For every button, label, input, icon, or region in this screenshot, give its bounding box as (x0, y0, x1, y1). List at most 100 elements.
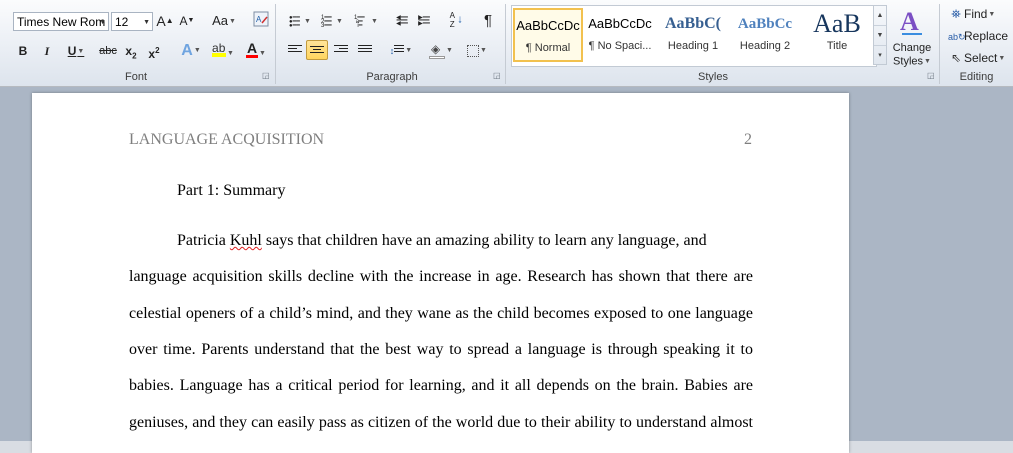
change-styles-button[interactable]: A Change Styles▼ (890, 6, 934, 68)
decrease-indent-icon: ◀━━ ━━━ ◀━━ (396, 15, 408, 28)
paragraph-line-4: over time. Parents understand that the b… (129, 341, 753, 358)
section-heading: Part 1: Summary (177, 182, 286, 199)
styles-dialog-launcher-icon[interactable]: ◲ (927, 72, 935, 80)
chevron-down-icon: ▼ (227, 49, 234, 57)
superscript-button[interactable]: x2 (145, 41, 163, 61)
style-heading-2[interactable]: AaBbCc Heading 2 (730, 8, 800, 62)
style-sample: AaBbC( (664, 15, 721, 32)
highlight-swatch (212, 53, 227, 57)
strikethrough-button[interactable]: abc (96, 41, 120, 61)
replace-button[interactable]: ab↻Replace (948, 27, 1008, 45)
style-sample: AaB (813, 9, 861, 38)
paragraph-line-2: language acquisition skills decline with… (129, 268, 753, 285)
font-color-swatch (246, 55, 259, 58)
document-workspace: LANGUAGE ACQUISITION 2 Part 1: Summary P… (0, 87, 1013, 453)
clear-formatting-icon: A (253, 11, 269, 27)
shading-button[interactable]: ◈ ▼ (426, 40, 456, 60)
gallery-scroll-down-icon[interactable]: ▼ (874, 26, 886, 46)
italic-button[interactable]: I (38, 41, 56, 61)
replace-label: Replace (964, 29, 1009, 43)
document-page[interactable]: LANGUAGE ACQUISITION 2 Part 1: Summary P… (32, 93, 849, 453)
svg-text:A: A (900, 7, 919, 36)
running-head: LANGUAGE ACQUISITION (129, 131, 325, 148)
gallery-more-icon[interactable]: ▾ (874, 46, 886, 65)
grow-font-button[interactable]: A▲ (156, 11, 174, 31)
pilcrow-icon: ¶ (483, 12, 493, 29)
multilevel-list-button[interactable]: 1━━ a━ i━ ▼ (351, 11, 381, 31)
text-highlight-button[interactable]: ab ▼ (208, 41, 238, 61)
bullets-button[interactable]: ●━━ ●━━ ●━━ ▼ (286, 11, 314, 31)
font-size-combo[interactable]: 12 ▼ (111, 12, 153, 31)
style-heading-1[interactable]: AaBbC( Heading 1 (658, 8, 728, 62)
misspelled-word[interactable]: Kuhl (230, 232, 262, 249)
numbering-button[interactable]: 1━━ 2━━ 3━━ ▼ (318, 11, 346, 31)
text-effects-button[interactable]: A▼ (176, 41, 206, 61)
align-center-button[interactable] (306, 40, 328, 60)
style-title[interactable]: AaB Title (802, 8, 872, 62)
caret-down-icon: ▼ (187, 17, 195, 24)
styles-group-label: Styles (698, 71, 728, 83)
highlighter-icon: ab (212, 41, 227, 57)
chevron-down-icon: ▼ (193, 47, 201, 54)
decrease-indent-button[interactable]: ◀━━ ━━━ ◀━━ (392, 11, 412, 31)
line-fragment: Patricia (177, 232, 230, 249)
chevron-down-icon: ▼ (446, 46, 453, 54)
style-name: Heading 1 (667, 40, 719, 52)
font-name-combo[interactable]: Times New Rom ▼ (13, 12, 109, 31)
bullets-icon: ●━━ ●━━ ●━━ (289, 14, 300, 29)
style-no-spacing[interactable]: AaBbCcDc ¶ No Spaci... (585, 8, 655, 62)
bold-button[interactable]: B (14, 41, 32, 61)
paragraph-line-1: Patricia Kuhl says that children have an… (177, 232, 753, 250)
sort-label: A Z (449, 11, 455, 29)
multilevel-list-icon: 1━━ a━ i━ (354, 14, 365, 29)
select-button[interactable]: ⇖ Select▼ (948, 49, 1005, 67)
chevron-down-icon: ▼ (988, 10, 996, 18)
align-left-button[interactable] (284, 40, 306, 60)
sort-button[interactable]: A Z ↓ (445, 11, 465, 31)
page-number: 2 (744, 131, 752, 148)
change-styles-label-2: Styles (893, 55, 924, 68)
paragraph-dialog-launcher-icon[interactable]: ◲ (493, 72, 501, 80)
increase-indent-button[interactable]: ▶━━ ━━━ ▶━━ (414, 11, 434, 31)
justify-icon (358, 45, 372, 56)
increase-indent-icon: ▶━━ ━━━ ▶━━ (418, 15, 430, 28)
borders-button[interactable]: ▼ (462, 40, 492, 60)
style-sample: AaBbCcDc (516, 18, 580, 33)
gallery-scroll-up-icon[interactable]: ▲ (874, 6, 886, 26)
justify-button[interactable] (354, 40, 376, 60)
align-right-icon (334, 45, 348, 56)
style-name: ¶ Normal (525, 42, 571, 54)
font-color-button[interactable]: A ▼ (241, 40, 271, 61)
replace-icon: ab↻ (948, 32, 966, 42)
subscript-icon: 2 (132, 51, 137, 61)
change-case-button[interactable]: Aa▼ (209, 11, 239, 31)
find-button[interactable]: ⛯ Find▼ (948, 5, 995, 23)
change-styles-label-1: Change (892, 42, 932, 54)
align-right-button[interactable] (330, 40, 352, 60)
svg-text:A: A (256, 15, 262, 24)
font-size-value: 12 (115, 15, 129, 29)
style-name: Title (826, 40, 848, 52)
paragraph-line-6: geniuses, and they can easily pass as ci… (129, 414, 753, 431)
clear-formatting-button[interactable]: A (251, 11, 271, 31)
styles-gallery: AaBbCcDc ¶ Normal AaBbCcDc ¶ No Spaci...… (511, 5, 877, 67)
show-formatting-button[interactable]: ¶ (479, 11, 497, 31)
chevron-down-icon: ▼ (259, 50, 266, 58)
chevron-down-icon: ▼ (304, 17, 311, 25)
numbering-icon: 1━━ 2━━ 3━━ (321, 14, 332, 29)
shrink-font-button[interactable]: A▼ (178, 11, 196, 31)
style-normal[interactable]: AaBbCcDc ¶ Normal (513, 8, 583, 62)
chevron-down-icon: ▼ (336, 17, 343, 25)
shrink-font-label: A (179, 14, 188, 28)
line-spacing-button[interactable]: ↕ ▼ (386, 40, 416, 60)
grow-font-label: A (156, 13, 166, 29)
change-case-label: Aa (212, 13, 228, 28)
style-name: ¶ No Spaci... (588, 40, 652, 52)
subscript-button[interactable]: x2 (122, 41, 140, 61)
chevron-down-icon: ▼ (480, 46, 487, 54)
font-dialog-launcher-icon[interactable]: ◲ (262, 72, 270, 80)
editing-group-label: Editing (959, 71, 994, 83)
underline-button[interactable]: U▼ (62, 41, 90, 61)
chevron-down-icon: ▼ (99, 19, 106, 26)
style-sample: AaBbCc (737, 16, 793, 32)
